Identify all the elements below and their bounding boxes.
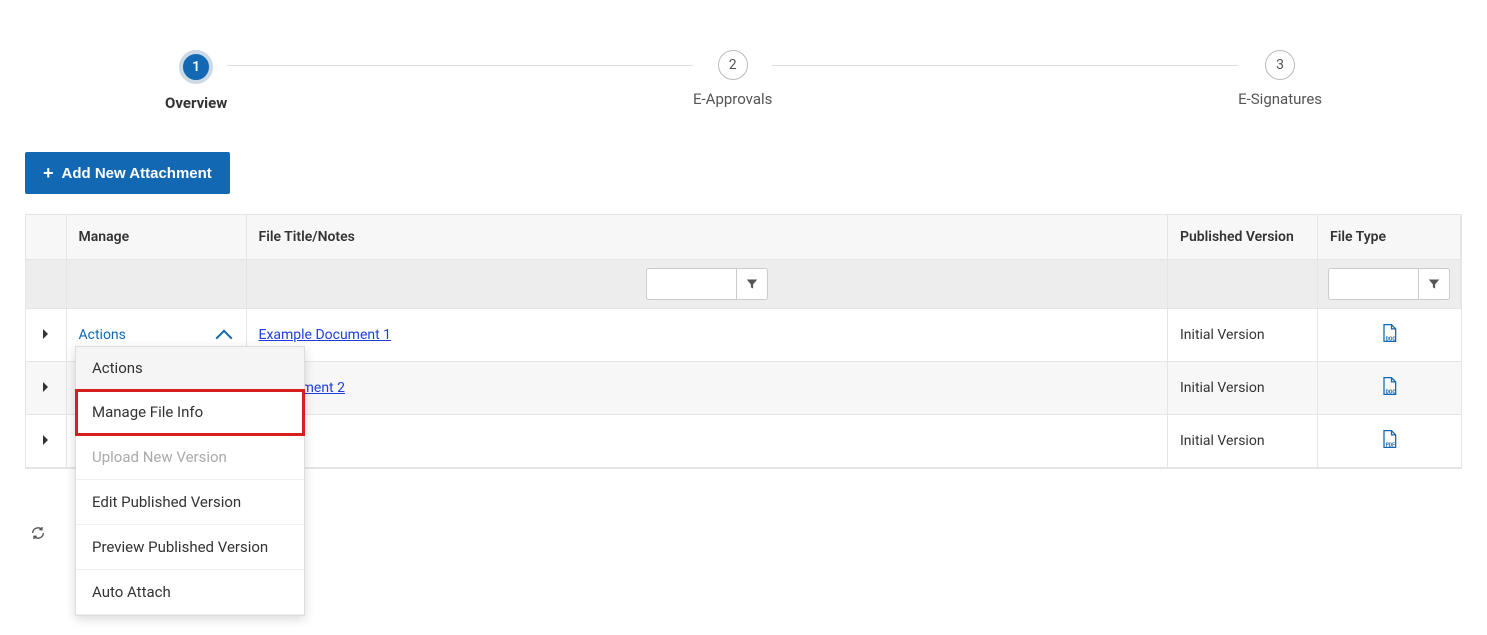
dropdown-item-upload-new-version: Upload New Version [76,435,304,480]
column-header-version: Published Version [1168,215,1318,260]
expand-row-icon[interactable] [43,435,48,445]
actions-dropdown: Actions Manage File Info Upload New Vers… [75,346,305,616]
chevron-up-icon [215,330,232,347]
step-label: Overview [165,94,227,112]
document-link[interactable]: Example Document 1 [259,327,392,343]
step-eapprovals[interactable]: 2 E-Approvals [693,50,772,108]
doc-file-icon: DOC [1379,331,1399,347]
dropdown-item-edit-published-version[interactable]: Edit Published Version [76,480,304,525]
version-cell: Initial Version [1168,415,1318,468]
step-connector [227,65,693,66]
step-number: 1 [179,50,213,84]
dropdown-item-auto-attach[interactable]: Auto Attach [76,570,304,615]
filter-icon [746,278,758,290]
step-connector [772,65,1238,66]
expand-row-icon[interactable] [43,382,48,392]
dropdown-item-manage-file-info[interactable]: Manage File Info [76,390,304,435]
add-attachment-button[interactable]: + Add New Attachment [25,152,230,194]
version-cell: Initial Version [1168,362,1318,415]
filter-type-button[interactable] [1418,268,1450,300]
doc-file-icon: DOC [1379,384,1399,400]
add-button-label: Add New Attachment [62,165,212,182]
plus-icon: + [43,164,54,182]
filter-title-input[interactable] [646,268,736,300]
column-header-manage: Manage [66,215,246,260]
expand-row-icon[interactable] [43,329,48,339]
step-number: 2 [718,50,748,80]
column-header-type: File Type [1318,215,1461,260]
version-cell: Initial Version [1168,309,1318,362]
stepper: 1 Overview 2 E-Approvals 3 E-Signatures [25,20,1462,152]
column-header-title: File Title/Notes [246,215,1168,260]
filter-title-button[interactable] [736,268,768,300]
dropdown-item-preview-published-version[interactable]: Preview Published Version [76,525,304,570]
step-overview[interactable]: 1 Overview [165,50,227,112]
svg-text:PDF: PDF [1386,443,1395,449]
step-number: 3 [1265,50,1295,80]
refresh-icon[interactable] [30,525,46,545]
dropdown-header: Actions [76,347,304,390]
svg-text:DOC: DOC [1386,390,1397,396]
filter-icon [1428,278,1440,290]
step-label: E-Approvals [693,90,772,108]
filter-type-input[interactable] [1328,268,1418,300]
actions-label: Actions [79,327,126,343]
step-label: E-Signatures [1238,90,1322,108]
column-header-expand [26,215,66,260]
svg-text:DOC: DOC [1386,337,1397,343]
pdf-file-icon: PDF [1379,437,1399,453]
actions-menu-trigger[interactable]: Actions [79,326,234,344]
step-esignatures[interactable]: 3 E-Signatures [1238,50,1322,108]
